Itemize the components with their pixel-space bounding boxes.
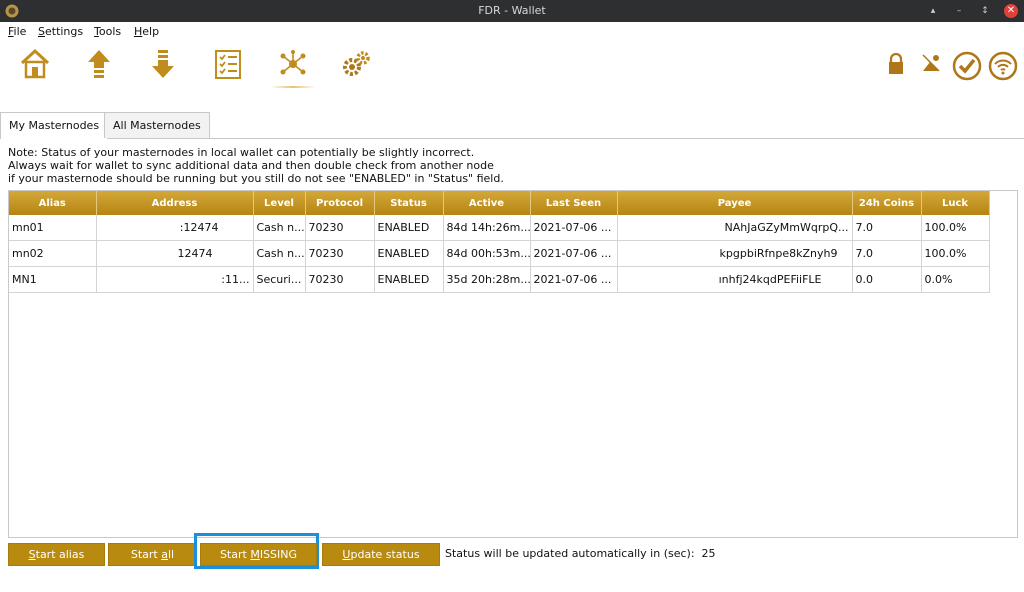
update-status-button[interactable]: Update status xyxy=(322,543,440,566)
cell-luck: 100.0% xyxy=(921,240,990,267)
lock-icon[interactable] xyxy=(886,52,906,76)
network-nodes-icon xyxy=(280,50,306,75)
cell-address: :12474 xyxy=(96,215,254,241)
cell-active: 84d 14h:26m... xyxy=(443,215,531,241)
cell-protocol: 70230 xyxy=(305,240,375,267)
table-row[interactable]: mn01 :12474 Cash n... 70230 ENABLED 84d … xyxy=(9,215,990,241)
window-minimize-button[interactable]: – xyxy=(952,4,966,18)
cell-level: Cash n... xyxy=(253,215,306,241)
cell-level: Securi... xyxy=(253,266,306,293)
cell-last-seen: 2021-07-06 ... xyxy=(530,240,618,267)
masternodes-table-container[interactable]: Alias Address Level Protocol Status Acti… xyxy=(8,190,1018,538)
cell-status: ENABLED xyxy=(374,215,444,241)
column-header-protocol[interactable]: Protocol xyxy=(305,191,375,215)
note-line-2: Always wait for wallet to sync additiona… xyxy=(8,159,494,172)
window-title: FDR - Wallet xyxy=(478,4,546,17)
column-header-payee[interactable]: Payee xyxy=(617,191,853,215)
menu-settings[interactable]: Settings xyxy=(38,25,83,38)
cell-active: 84d 00h:53m... xyxy=(443,240,531,267)
column-header-alias[interactable]: Alias xyxy=(9,191,97,215)
masternode-note: Note: Status of your masternodes in loca… xyxy=(8,146,504,185)
auto-update-label: Status will be updated automatically in … xyxy=(445,547,695,560)
transactions-button[interactable] xyxy=(203,44,253,88)
gears-icon xyxy=(343,51,370,76)
cell-address: :11... xyxy=(96,266,254,293)
column-header-address[interactable]: Address xyxy=(96,191,254,215)
checklist-icon xyxy=(215,50,241,79)
cell-protocol: 70230 xyxy=(305,215,375,241)
start-alias-button[interactable]: Start alias xyxy=(8,543,105,566)
table-row[interactable]: MN1 :11... Securi... 70230 ENABLED 35d 2… xyxy=(9,266,990,293)
send-button[interactable] xyxy=(74,44,124,88)
window-close-button[interactable]: ✕ xyxy=(1004,4,1018,18)
active-tab-indicator xyxy=(270,86,316,88)
note-line-3: if your masternode should be running but… xyxy=(8,172,504,185)
column-header-last-seen[interactable]: Last Seen xyxy=(530,191,618,215)
menu-bar: File Settings Tools Help xyxy=(0,22,1024,42)
home-icon xyxy=(20,48,50,79)
window-titlebar: FDR - Wallet ▴ – ↕ ✕ xyxy=(0,0,1024,22)
cell-24h-coins: 7.0 xyxy=(852,215,922,241)
download-arrow-icon xyxy=(152,50,174,78)
cell-payee: ınhfj24kqdPEFiiFLE xyxy=(617,266,853,293)
cell-24h-coins: 0.0 xyxy=(852,266,922,293)
start-missing-button[interactable]: Start MISSING xyxy=(200,543,317,566)
cell-status: ENABLED xyxy=(374,266,444,293)
window-maximize-button[interactable]: ↕ xyxy=(978,4,992,18)
auto-update-status: Status will be updated automatically in … xyxy=(445,547,716,560)
connection-wifi-icon[interactable] xyxy=(988,51,1018,81)
window-shade-button[interactable]: ▴ xyxy=(926,4,940,18)
upload-arrow-icon xyxy=(88,50,110,78)
cell-luck: 0.0% xyxy=(921,266,990,293)
cell-alias: mn01 xyxy=(9,215,97,241)
menu-file[interactable]: File xyxy=(8,25,26,38)
column-header-active[interactable]: Active xyxy=(443,191,531,215)
cell-payee: kpgpbiRfnpe8kZnyh9 xyxy=(617,240,853,267)
start-all-button[interactable]: Start all xyxy=(108,543,197,566)
cell-alias: MN1 xyxy=(9,266,97,293)
table-header-row: Alias Address Level Protocol Status Acti… xyxy=(9,191,990,215)
masternodes-table: Alias Address Level Protocol Status Acti… xyxy=(9,191,990,293)
column-header-luck[interactable]: Luck xyxy=(921,191,990,215)
cell-luck: 100.0% xyxy=(921,215,990,241)
cell-payee: NAhJaGZyMmWqrpQ... xyxy=(617,215,853,241)
column-header-24h-coins[interactable]: 24h Coins xyxy=(852,191,922,215)
column-header-status[interactable]: Status xyxy=(374,191,444,215)
masternodes-button[interactable] xyxy=(268,44,318,88)
masternode-tabs: My Masternodes All Masternodes xyxy=(0,112,1024,139)
cell-active: 35d 20h:28m... xyxy=(443,266,531,293)
cell-status: ENABLED xyxy=(374,240,444,267)
tab-my-masternodes[interactable]: My Masternodes xyxy=(0,112,109,139)
cell-24h-coins: 7.0 xyxy=(852,240,922,267)
note-line-1: Note: Status of your masternodes in loca… xyxy=(8,146,475,159)
cell-address: 12474 xyxy=(96,240,254,267)
tab-all-masternodes[interactable]: All Masternodes xyxy=(104,112,210,138)
overview-button[interactable] xyxy=(10,44,60,88)
column-header-level[interactable]: Level xyxy=(253,191,306,215)
synced-check-icon[interactable] xyxy=(952,51,982,81)
cell-protocol: 70230 xyxy=(305,266,375,293)
cell-alias: mn02 xyxy=(9,240,97,267)
table-row[interactable]: mn02 12474 Cash n... 70230 ENABLED 84d 0… xyxy=(9,240,990,267)
receive-button[interactable] xyxy=(138,44,188,88)
tools-button[interactable] xyxy=(332,44,382,88)
auto-update-seconds: 25 xyxy=(701,547,716,560)
staking-off-icon[interactable] xyxy=(920,52,942,74)
cell-last-seen: 2021-07-06 ... xyxy=(530,215,618,241)
menu-tools[interactable]: Tools xyxy=(94,25,121,38)
cell-level: Cash n... xyxy=(253,240,306,267)
cell-last-seen: 2021-07-06 ... xyxy=(530,266,618,293)
menu-help[interactable]: Help xyxy=(134,25,159,38)
